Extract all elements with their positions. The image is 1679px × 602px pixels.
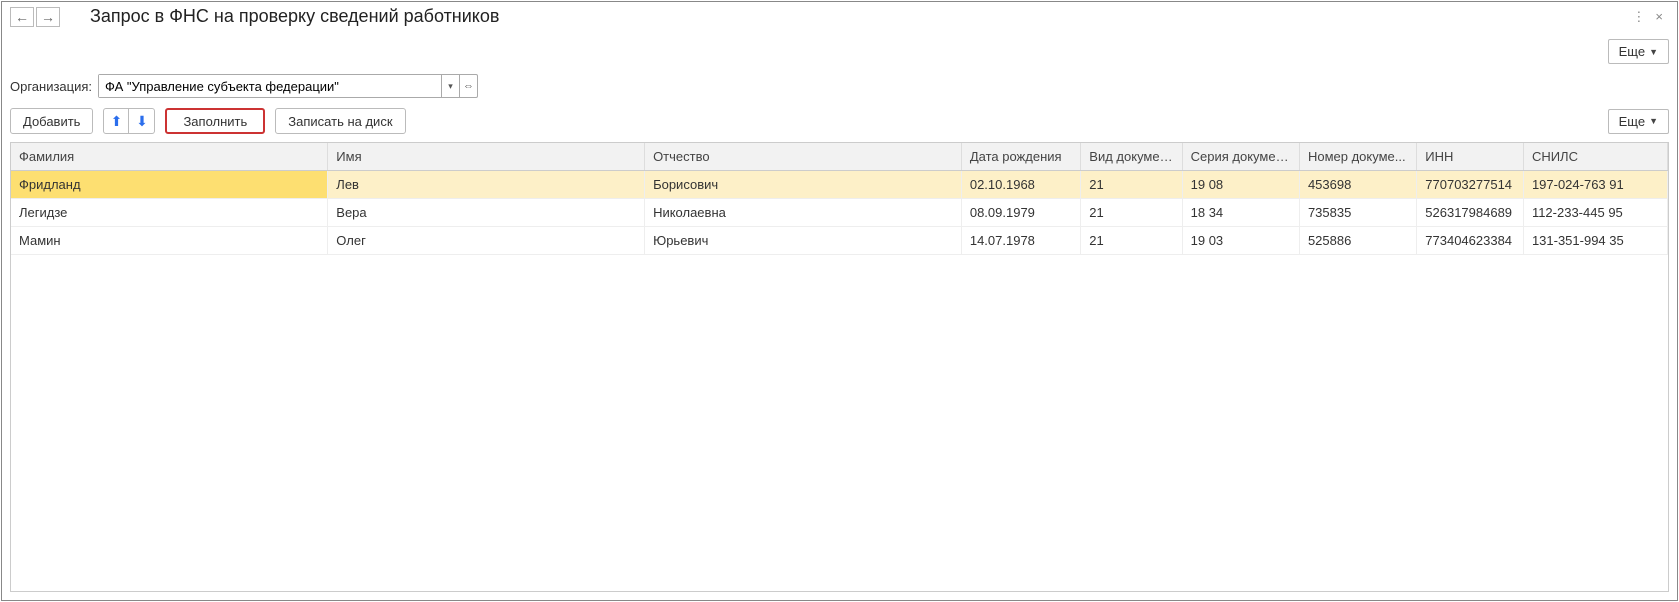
header-inn[interactable]: ИНН: [1417, 143, 1524, 171]
cell-docseries[interactable]: 19 03: [1182, 227, 1299, 255]
cell-lastname[interactable]: Фридланд: [11, 171, 328, 199]
cell-docnum[interactable]: 453698: [1299, 171, 1416, 199]
cell-docnum[interactable]: 525886: [1299, 227, 1416, 255]
cell-doctype[interactable]: 21: [1081, 199, 1182, 227]
top-more-row: Еще ▼: [2, 33, 1677, 70]
cell-lastname[interactable]: Мамин: [11, 227, 328, 255]
toolbar-left: Добавить ⬆ ⬇ Заполнить Записать на диск: [10, 108, 1598, 134]
organization-row: Организация: ▾ ⇔: [2, 70, 1677, 108]
cell-firstname[interactable]: Олег: [328, 227, 645, 255]
table-row[interactable]: ФридландЛевБорисович02.10.19682119 08453…: [11, 171, 1668, 199]
page-title: Запрос в ФНС на проверку сведений работн…: [90, 6, 1632, 27]
nav-forward-button[interactable]: →: [36, 7, 60, 27]
caret-down-icon: ▼: [1649, 116, 1658, 126]
close-icon[interactable]: ×: [1655, 9, 1663, 25]
cell-doctype[interactable]: 21: [1081, 227, 1182, 255]
table-row[interactable]: МаминОлегЮрьевич14.07.19782119 035258867…: [11, 227, 1668, 255]
organization-field: ▾ ⇔: [98, 74, 478, 98]
organization-open-button[interactable]: ⇔: [459, 75, 477, 97]
header-docnum[interactable]: Номер докуме...: [1299, 143, 1416, 171]
cell-docnum[interactable]: 735835: [1299, 199, 1416, 227]
cell-patronymic[interactable]: Николаевна: [645, 199, 962, 227]
cell-firstname[interactable]: Вера: [328, 199, 645, 227]
add-button[interactable]: Добавить: [10, 108, 93, 134]
cell-snils[interactable]: 197-024-763 91: [1523, 171, 1667, 199]
header-lastname[interactable]: Фамилия: [11, 143, 328, 171]
header-docseries[interactable]: Серия документа: [1182, 143, 1299, 171]
cell-docseries[interactable]: 19 08: [1182, 171, 1299, 199]
cell-dob[interactable]: 14.07.1978: [961, 227, 1080, 255]
cell-snils[interactable]: 112-233-445 95: [1523, 199, 1667, 227]
table-header-row: Фамилия Имя Отчество Дата рождения Вид д…: [11, 143, 1668, 171]
header-snils[interactable]: СНИЛС: [1523, 143, 1667, 171]
cell-inn[interactable]: 770703277514: [1417, 171, 1524, 199]
cell-lastname[interactable]: Легидзе: [11, 199, 328, 227]
toolbar-row: Добавить ⬆ ⬇ Заполнить Записать на диск …: [2, 108, 1677, 142]
cell-dob[interactable]: 02.10.1968: [961, 171, 1080, 199]
cell-inn[interactable]: 526317984689: [1417, 199, 1524, 227]
titlebar: ← → Запрос в ФНС на проверку сведений ра…: [2, 2, 1677, 33]
move-arrow-group: ⬆ ⬇: [103, 108, 155, 134]
header-dob[interactable]: Дата рождения: [961, 143, 1080, 171]
table-row[interactable]: ЛегидзеВераНиколаевна08.09.19792118 3473…: [11, 199, 1668, 227]
cell-firstname[interactable]: Лев: [328, 171, 645, 199]
cell-inn[interactable]: 773404623384: [1417, 227, 1524, 255]
kebab-icon[interactable]: ⋮: [1632, 9, 1645, 25]
move-down-button[interactable]: ⬇: [129, 108, 155, 134]
table-body: ФридландЛевБорисович02.10.19682119 08453…: [11, 171, 1668, 255]
organization-label: Организация:: [10, 79, 92, 94]
nav-buttons: ← →: [10, 7, 60, 27]
cell-dob[interactable]: 08.09.1979: [961, 199, 1080, 227]
cell-patronymic[interactable]: Борисович: [645, 171, 962, 199]
more-button-top[interactable]: Еще ▼: [1608, 39, 1669, 64]
nav-back-button[interactable]: ←: [10, 7, 34, 27]
more-button-label: Еще: [1619, 114, 1645, 129]
cell-snils[interactable]: 131-351-994 35: [1523, 227, 1667, 255]
header-firstname[interactable]: Имя: [328, 143, 645, 171]
header-patronymic[interactable]: Отчество: [645, 143, 962, 171]
move-up-button[interactable]: ⬆: [103, 108, 129, 134]
cell-doctype[interactable]: 21: [1081, 171, 1182, 199]
save-to-disk-button[interactable]: Записать на диск: [275, 108, 405, 134]
cell-docseries[interactable]: 18 34: [1182, 199, 1299, 227]
more-button-toolbar[interactable]: Еще ▼: [1608, 109, 1669, 134]
fill-button[interactable]: Заполнить: [165, 108, 265, 134]
cell-patronymic[interactable]: Юрьевич: [645, 227, 962, 255]
window-controls: ⋮ ×: [1632, 9, 1669, 25]
main-window: ← → Запрос в ФНС на проверку сведений ра…: [1, 1, 1678, 601]
employees-table-container: Фамилия Имя Отчество Дата рождения Вид д…: [10, 142, 1669, 592]
organization-dropdown-button[interactable]: ▾: [441, 75, 459, 97]
header-doctype[interactable]: Вид документа: [1081, 143, 1182, 171]
more-button-label: Еще: [1619, 44, 1645, 59]
employees-table: Фамилия Имя Отчество Дата рождения Вид д…: [11, 143, 1668, 255]
caret-down-icon: ▼: [1649, 47, 1658, 57]
organization-input[interactable]: [99, 75, 441, 97]
